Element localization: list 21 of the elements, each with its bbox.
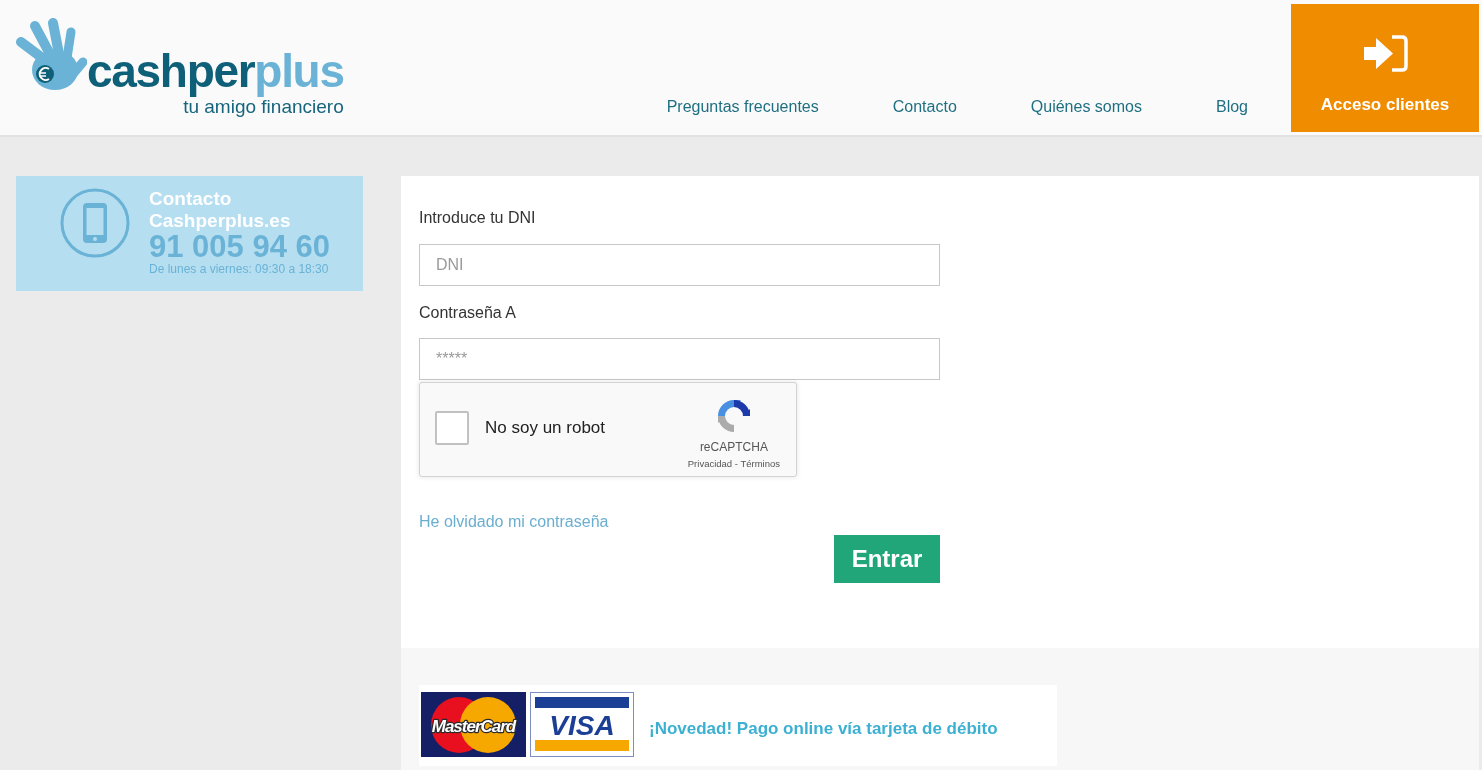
contact-title: Contacto Cashperplus.es bbox=[149, 188, 292, 232]
nav-link[interactable]: Blog bbox=[1215, 96, 1248, 118]
submit-button[interactable]: Entrar bbox=[834, 535, 940, 583]
captcha-links[interactable]: Privacidad - Términos bbox=[687, 458, 780, 470]
field-label: Introduce tu DNI bbox=[419, 208, 537, 228]
field-label: Contraseña A bbox=[419, 303, 517, 323]
captcha-checkbox[interactable] bbox=[435, 411, 469, 445]
input-field[interactable]: ***** bbox=[419, 338, 940, 380]
nav-link[interactable]: Quiénes somos bbox=[1030, 96, 1142, 118]
banner-text: ¡Novedad! Pago online vía tarjeta de débito bbox=[649, 718, 998, 741]
logo-tagline: tu amigo financiero bbox=[183, 96, 344, 118]
card-logo: VISA bbox=[530, 692, 634, 757]
captcha-brand: reCAPTCHA bbox=[699, 440, 768, 454]
sign-in-icon bbox=[1362, 35, 1408, 72]
contact-hours: De lunes a viernes: 09:30 a 18:30 bbox=[149, 262, 330, 276]
nav-link[interactable]: Preguntas frecuentes bbox=[666, 96, 819, 118]
nav-link[interactable]: Contacto bbox=[892, 96, 957, 118]
input-field[interactable]: DNI bbox=[419, 244, 940, 286]
phone-number: 91 005 94 60 bbox=[149, 232, 330, 262]
phone-icon bbox=[60, 188, 130, 258]
captcha-label: No soy un robot bbox=[485, 417, 605, 440]
